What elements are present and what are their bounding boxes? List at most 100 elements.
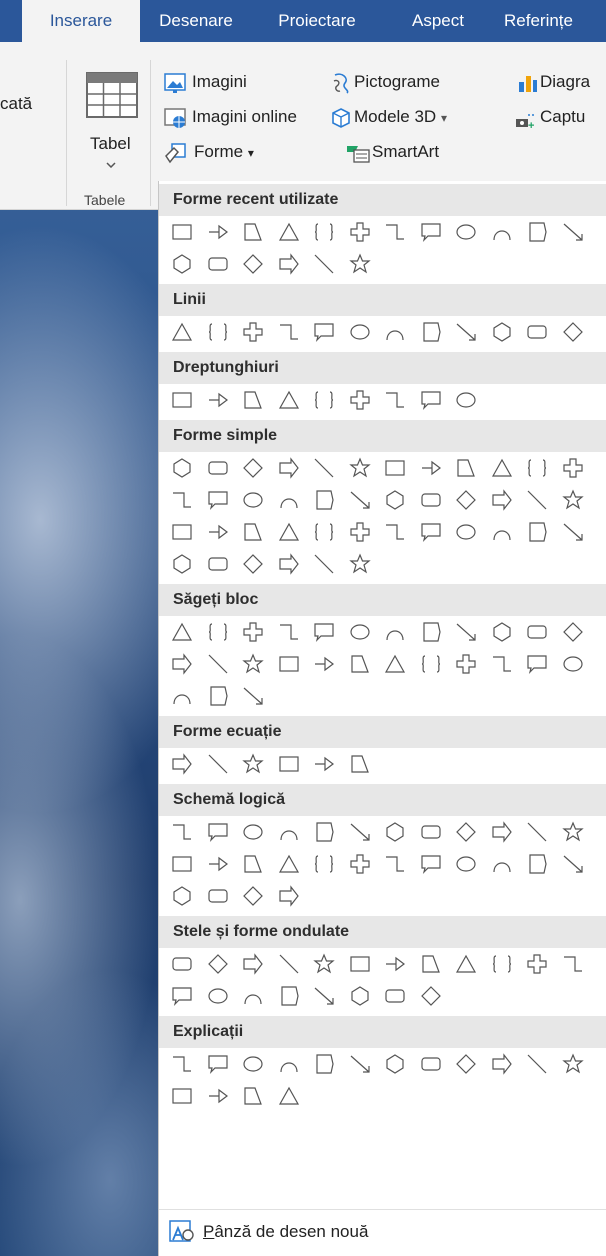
- shape-icon[interactable]: [206, 820, 230, 844]
- shape-icon[interactable]: [490, 852, 514, 876]
- shape-icon[interactable]: [312, 520, 336, 544]
- shape-icon[interactable]: [277, 456, 301, 480]
- shape-icon[interactable]: [454, 220, 478, 244]
- shape-icon[interactable]: [383, 320, 407, 344]
- shape-icon[interactable]: [312, 1052, 336, 1076]
- shape-icon[interactable]: [277, 388, 301, 412]
- shape-icon[interactable]: [348, 456, 372, 480]
- shape-icon[interactable]: [277, 752, 301, 776]
- shape-icon[interactable]: [454, 520, 478, 544]
- shape-icon[interactable]: [348, 252, 372, 276]
- shape-icon[interactable]: [525, 852, 549, 876]
- shape-icon[interactable]: [525, 952, 549, 976]
- shape-icon[interactable]: [561, 852, 585, 876]
- shape-icon[interactable]: [170, 520, 194, 544]
- shape-icon[interactable]: [419, 652, 443, 676]
- shape-icon[interactable]: [277, 952, 301, 976]
- shape-icon[interactable]: [312, 552, 336, 576]
- shape-icon[interactable]: [206, 552, 230, 576]
- shape-icon[interactable]: [419, 952, 443, 976]
- shape-icon[interactable]: [490, 456, 514, 480]
- shape-icon[interactable]: [454, 620, 478, 644]
- shape-icon[interactable]: [206, 652, 230, 676]
- shape-icon[interactable]: [490, 1052, 514, 1076]
- shape-icon[interactable]: [312, 252, 336, 276]
- shape-icon[interactable]: [206, 952, 230, 976]
- shape-icon[interactable]: [170, 820, 194, 844]
- shape-icon[interactable]: [490, 520, 514, 544]
- shape-icon[interactable]: [206, 488, 230, 512]
- shape-icon[interactable]: [525, 1052, 549, 1076]
- shape-icon[interactable]: [312, 620, 336, 644]
- shape-icon[interactable]: [561, 520, 585, 544]
- shape-icon[interactable]: [170, 252, 194, 276]
- shape-icon[interactable]: [490, 488, 514, 512]
- shape-icon[interactable]: [241, 984, 265, 1008]
- shape-icon[interactable]: [525, 320, 549, 344]
- shape-icon[interactable]: [348, 752, 372, 776]
- shape-icon[interactable]: [348, 220, 372, 244]
- shape-icon[interactable]: [170, 1084, 194, 1108]
- new-drawing-canvas-item[interactable]: Pânză de desen nouă: [159, 1209, 606, 1253]
- shape-icon[interactable]: [419, 984, 443, 1008]
- chart-button[interactable]: Diagra: [540, 72, 590, 92]
- shape-icon[interactable]: [561, 952, 585, 976]
- shape-icon[interactable]: [561, 652, 585, 676]
- chevron-down-icon[interactable]: [106, 162, 116, 168]
- shape-icon[interactable]: [241, 952, 265, 976]
- shape-icon[interactable]: [241, 652, 265, 676]
- shape-icon[interactable]: [454, 952, 478, 976]
- tab-inserare[interactable]: Inserare: [22, 0, 140, 42]
- shape-icon[interactable]: [312, 488, 336, 512]
- shape-icon[interactable]: [206, 884, 230, 908]
- shape-icon[interactable]: [277, 852, 301, 876]
- shape-icon[interactable]: [241, 884, 265, 908]
- shape-icon[interactable]: [277, 820, 301, 844]
- images-button[interactable]: Imagini: [192, 72, 247, 92]
- shape-icon[interactable]: [312, 852, 336, 876]
- shape-icon[interactable]: [419, 320, 443, 344]
- shape-icon[interactable]: [419, 620, 443, 644]
- shape-icon[interactable]: [206, 1052, 230, 1076]
- shape-icon[interactable]: [312, 388, 336, 412]
- shape-icon[interactable]: [312, 320, 336, 344]
- shape-icon[interactable]: [206, 984, 230, 1008]
- table-button-label[interactable]: Tabel: [90, 134, 131, 154]
- shape-icon[interactable]: [419, 852, 443, 876]
- shape-icon[interactable]: [561, 220, 585, 244]
- shape-icon[interactable]: [241, 488, 265, 512]
- shape-icon[interactable]: [383, 1052, 407, 1076]
- shape-icon[interactable]: [277, 984, 301, 1008]
- shape-icon[interactable]: [241, 620, 265, 644]
- online-images-button[interactable]: Imagini online: [192, 107, 297, 127]
- shape-icon[interactable]: [561, 320, 585, 344]
- shape-icon[interactable]: [170, 1052, 194, 1076]
- shape-icon[interactable]: [241, 752, 265, 776]
- shape-icon[interactable]: [206, 620, 230, 644]
- shape-icon[interactable]: [241, 320, 265, 344]
- shape-icon[interactable]: [383, 220, 407, 244]
- shape-icon[interactable]: [348, 620, 372, 644]
- shape-icon[interactable]: [170, 652, 194, 676]
- shape-icon[interactable]: [348, 820, 372, 844]
- shape-icon[interactable]: [277, 620, 301, 644]
- shape-icon[interactable]: [490, 820, 514, 844]
- shape-icon[interactable]: [490, 620, 514, 644]
- shape-icon[interactable]: [419, 220, 443, 244]
- shape-icon[interactable]: [454, 852, 478, 876]
- shape-icon[interactable]: [170, 488, 194, 512]
- shape-icon[interactable]: [170, 220, 194, 244]
- shape-icon[interactable]: [525, 820, 549, 844]
- shape-icon[interactable]: [490, 952, 514, 976]
- shape-icon[interactable]: [170, 752, 194, 776]
- shape-icon[interactable]: [241, 1084, 265, 1108]
- shape-icon[interactable]: [561, 820, 585, 844]
- shape-icon[interactable]: [348, 984, 372, 1008]
- shape-icon[interactable]: [170, 952, 194, 976]
- shape-icon[interactable]: [277, 652, 301, 676]
- shape-icon[interactable]: [277, 1084, 301, 1108]
- shape-icon[interactable]: [206, 520, 230, 544]
- shape-icon[interactable]: [525, 520, 549, 544]
- shape-icon[interactable]: [170, 320, 194, 344]
- shape-icon[interactable]: [348, 320, 372, 344]
